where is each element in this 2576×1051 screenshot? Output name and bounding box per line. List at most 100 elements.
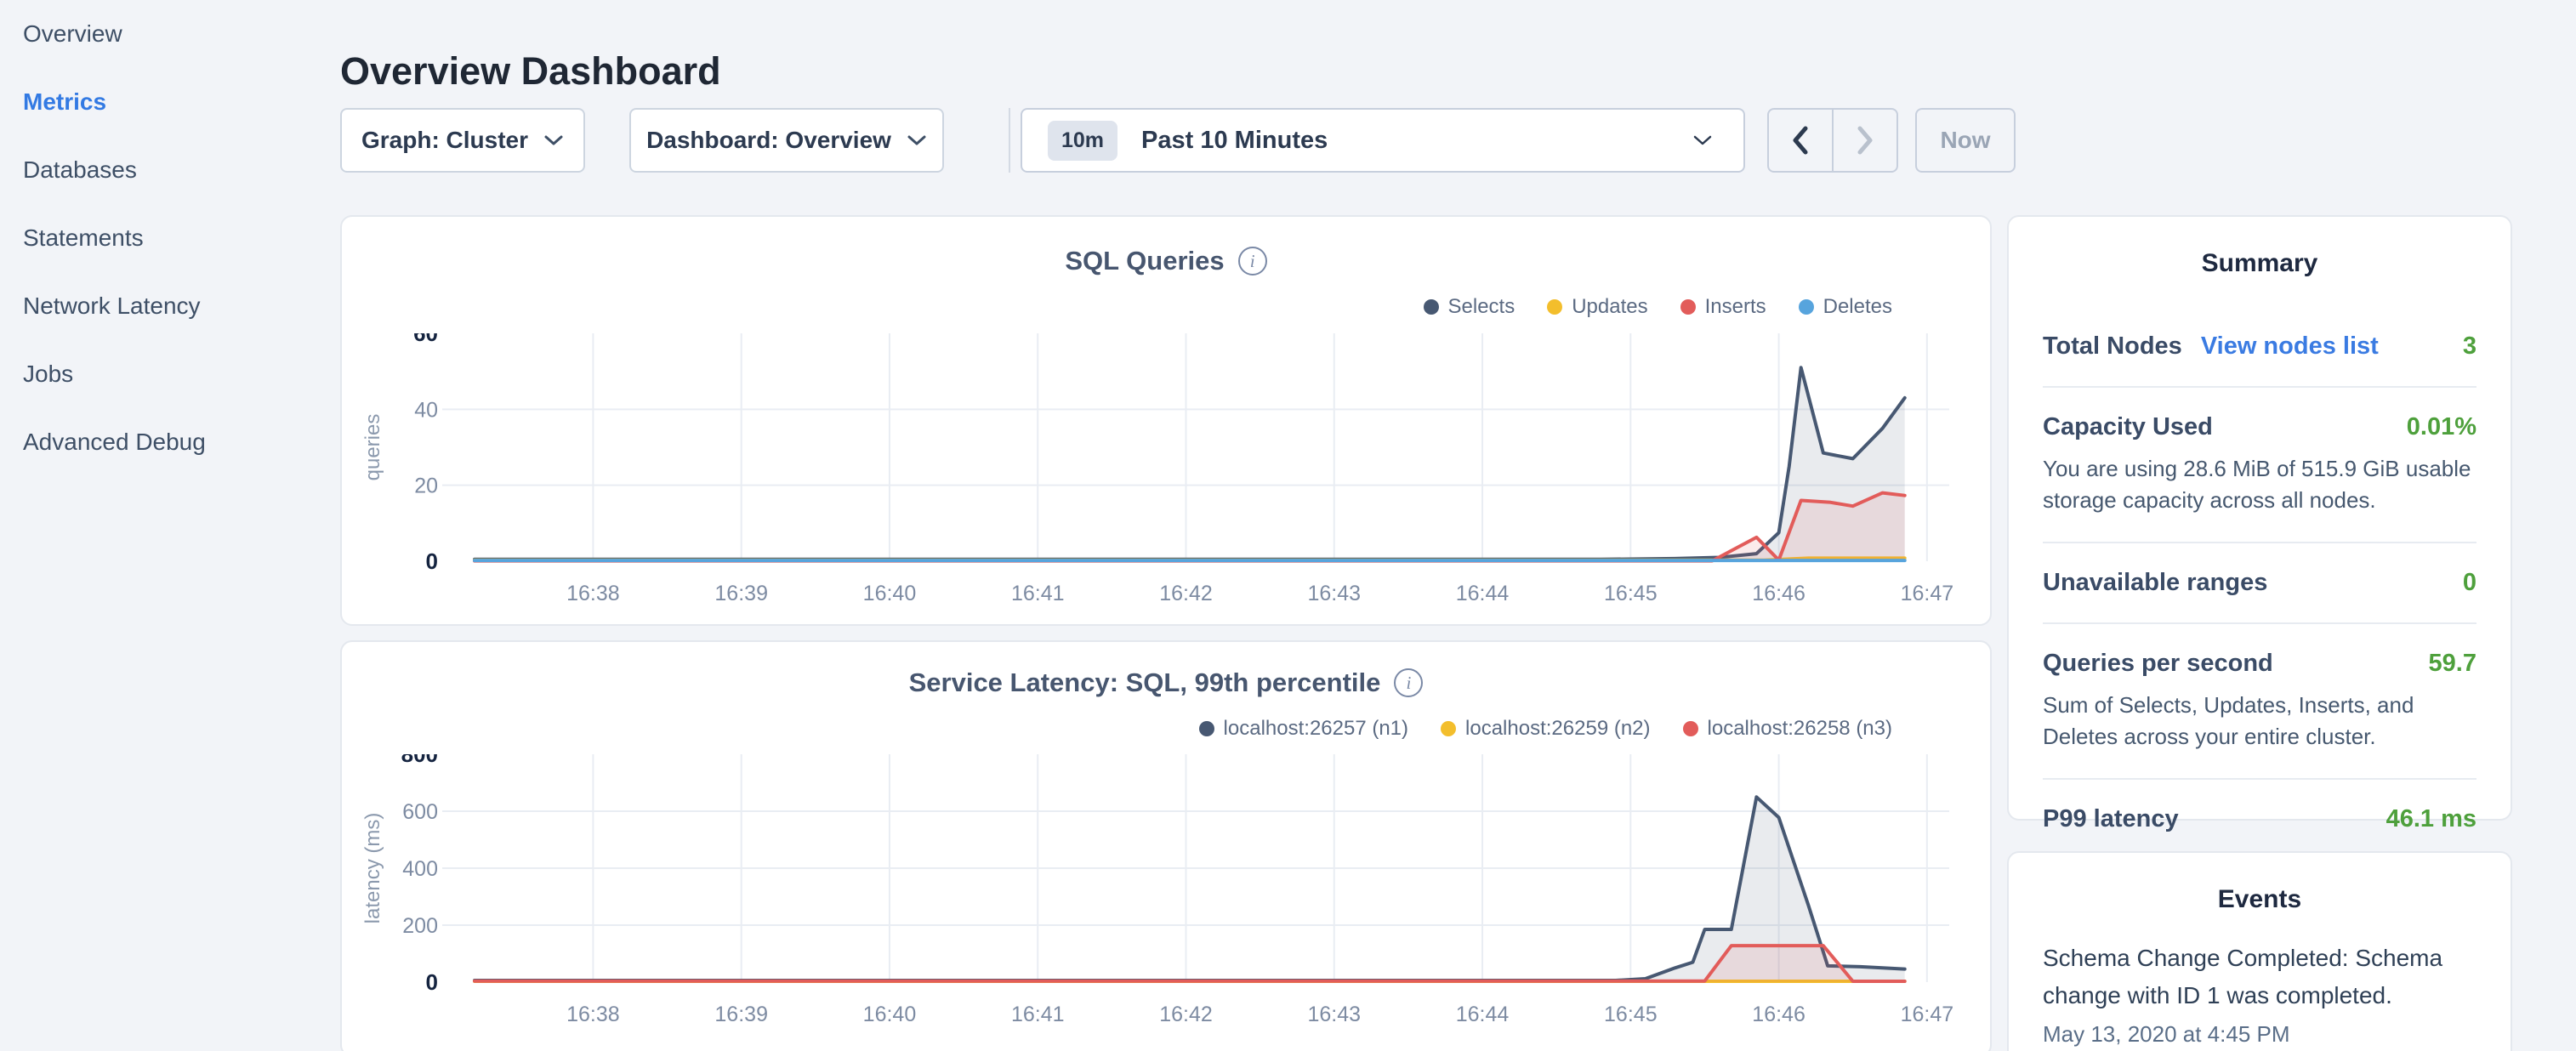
summary-row-label: Unavailable ranges <box>2043 569 2267 597</box>
legend-item[interactable]: Selects <box>1424 295 1515 319</box>
chevron-left-icon <box>1792 126 1809 155</box>
sidebar-item-advanced-debug[interactable]: Advanced Debug <box>0 408 340 476</box>
graph-scope-dropdown-label: Graph: Cluster <box>361 127 528 154</box>
now-button[interactable]: Now <box>1915 108 2016 173</box>
chevron-down-icon <box>1692 134 1713 146</box>
time-range-label: Past 10 Minutes <box>1141 127 1328 155</box>
svg-text:16:39: 16:39 <box>714 1003 768 1026</box>
legend-dot-icon <box>1424 299 1439 315</box>
svg-text:16:47: 16:47 <box>1901 582 1954 605</box>
svg-text:latency (ms): latency (ms) <box>361 813 384 924</box>
svg-text:16:43: 16:43 <box>1307 1003 1361 1026</box>
summary-row-label: Queries per second <box>2043 650 2273 678</box>
chart-legend: Selects Updates Inserts Deletes <box>1424 295 1893 319</box>
sql-queries-chart[interactable]: 020406016:3816:3916:4016:4116:4216:4316:… <box>342 333 1993 614</box>
legend-series-label: localhost:26259 (n2) <box>1465 717 1650 741</box>
legend-dot-icon <box>1683 721 1698 736</box>
legend-dot-icon <box>1547 299 1562 315</box>
sidebar-item-network-latency[interactable]: Network Latency <box>0 272 340 340</box>
dashboard-dropdown[interactable]: Dashboard: Overview <box>629 108 944 173</box>
svg-text:queries: queries <box>361 414 384 481</box>
svg-text:16:38: 16:38 <box>566 1003 620 1026</box>
summary-row-label: P99 latency <box>2043 805 2179 833</box>
svg-text:0: 0 <box>426 969 438 995</box>
legend-dot-icon <box>1799 299 1814 315</box>
svg-text:16:38: 16:38 <box>566 582 620 605</box>
svg-text:800: 800 <box>401 754 438 767</box>
chevron-right-icon <box>1857 126 1874 155</box>
summary-row-value: 0.01% <box>2407 413 2476 441</box>
chart-title: SQL Queries <box>1065 246 1224 276</box>
chart-header: SQL Queries i <box>342 246 1990 276</box>
event-timestamp: May 13, 2020 at 4:45 PM <box>2043 1021 2476 1048</box>
dashboard-dropdown-label: Dashboard: Overview <box>646 127 891 154</box>
time-range-selector[interactable]: 10m Past 10 Minutes <box>1021 108 1745 173</box>
svg-text:16:45: 16:45 <box>1604 1003 1658 1026</box>
svg-text:200: 200 <box>402 914 438 938</box>
summary-row-value: 0 <box>2463 569 2476 597</box>
svg-text:16:41: 16:41 <box>1011 1003 1065 1026</box>
summary-row-value: 59.7 <box>2429 650 2476 678</box>
summary-title: Summary <box>2009 249 2511 278</box>
summary-row-description: You are using 28.6 MiB of 515.9 GiB usab… <box>2043 453 2476 516</box>
sidebar-item-jobs[interactable]: Jobs <box>0 340 340 408</box>
legend-series-label: localhost:26257 (n1) <box>1224 717 1408 741</box>
legend-dot-icon <box>1680 299 1696 315</box>
summary-row-label: Total Nodes <box>2043 332 2182 361</box>
summary-row-description: Sum of Selects, Updates, Inserts, and De… <box>2043 690 2476 753</box>
info-icon[interactable]: i <box>1238 247 1267 276</box>
legend-item[interactable]: localhost:26257 (n1) <box>1199 717 1408 741</box>
legend-dot-icon <box>1199 721 1214 736</box>
svg-text:16:46: 16:46 <box>1752 582 1805 605</box>
svg-text:16:40: 16:40 <box>863 1003 917 1026</box>
legend-item[interactable]: localhost:26258 (n3) <box>1683 717 1892 741</box>
svg-text:16:45: 16:45 <box>1604 582 1658 605</box>
page-title: Overview Dashboard <box>340 49 721 94</box>
svg-text:16:42: 16:42 <box>1159 1003 1213 1026</box>
svg-text:16:44: 16:44 <box>1456 582 1510 605</box>
events-title: Events <box>2009 885 2511 914</box>
next-time-button[interactable] <box>1834 110 1896 171</box>
sidebar-item-statements[interactable]: Statements <box>0 204 340 272</box>
svg-text:60: 60 <box>413 333 438 346</box>
event-list-item[interactable]: Schema Change Completed: Schema change w… <box>2009 940 2511 1048</box>
svg-text:400: 400 <box>402 857 438 881</box>
svg-text:16:43: 16:43 <box>1307 582 1361 605</box>
summary-row-total-nodes: Total Nodes View nodes list 3 <box>2043 307 2476 388</box>
legend-item[interactable]: Inserts <box>1680 295 1766 319</box>
summary-row-value: 3 <box>2463 332 2476 361</box>
sidebar-item-overview[interactable]: Overview <box>0 0 340 68</box>
svg-text:16:39: 16:39 <box>714 582 768 605</box>
graph-scope-dropdown[interactable]: Graph: Cluster <box>340 108 585 173</box>
info-icon[interactable]: i <box>1394 668 1423 697</box>
legend-item[interactable]: Updates <box>1547 295 1647 319</box>
service-latency-chart[interactable]: 0 200 400 600 800 16:38 16:39 16:40 16:41 16:42 16… <box>342 754 1993 1035</box>
svg-text:16:47: 16:47 <box>1901 1003 1954 1026</box>
chevron-down-icon <box>543 134 564 146</box>
svg-text:0: 0 <box>426 548 438 574</box>
service-latency-chart-card: Service Latency: SQL, 99th percentile i … <box>340 640 1992 1051</box>
svg-text:16:40: 16:40 <box>863 582 917 605</box>
svg-text:16:44: 16:44 <box>1456 1003 1510 1026</box>
chart-legend: localhost:26257 (n1) localhost:26259 (n2)… <box>1199 717 1892 741</box>
controls-divider <box>1009 108 1010 173</box>
legend-item[interactable]: Deletes <box>1799 295 1892 319</box>
legend-series-label: Updates <box>1572 295 1647 319</box>
svg-text:600: 600 <box>402 800 438 824</box>
legend-series-label: Deletes <box>1823 295 1892 319</box>
summary-row-capacity-used: Capacity Used 0.01% You are using 28.6 M… <box>2043 388 2476 543</box>
events-panel: Events Schema Change Completed: Schema c… <box>2007 851 2512 1051</box>
summary-row-unavailable-ranges: Unavailable ranges 0 <box>2043 543 2476 624</box>
svg-text:16:42: 16:42 <box>1159 582 1213 605</box>
previous-time-button[interactable] <box>1769 110 1834 171</box>
view-nodes-list-link[interactable]: View nodes list <box>2201 332 2379 361</box>
legend-item[interactable]: localhost:26259 (n2) <box>1441 717 1650 741</box>
summary-panel: Summary Total Nodes View nodes list 3 Ca… <box>2007 215 2512 821</box>
svg-text:16:46: 16:46 <box>1752 1003 1805 1026</box>
chart-title: Service Latency: SQL, 99th percentile <box>909 668 1381 698</box>
svg-text:40: 40 <box>414 398 438 422</box>
summary-row-value: 46.1 ms <box>2386 805 2476 833</box>
svg-text:16:41: 16:41 <box>1011 582 1065 605</box>
db-console-metrics-page: Overview Metrics Databases Statements Ne… <box>0 0 2576 1051</box>
event-message: Schema Change Completed: Schema change w… <box>2043 940 2476 1014</box>
